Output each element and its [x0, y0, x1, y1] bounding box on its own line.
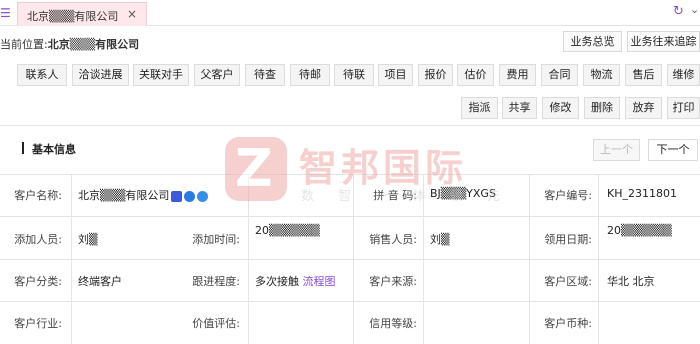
business-overview-button[interactable]: 业务总览 — [563, 31, 622, 52]
customer-name-label: 客户名称: — [14, 189, 62, 202]
tab-bar: ☰ 北京▒▒▒有限公司 × ↻ ⌄ — [0, 0, 700, 26]
salesperson-label: 销售人员: — [369, 233, 417, 246]
created-time-value: 20▒▒▒▒▒▒ — [255, 224, 320, 237]
customer-source-label: 客户来源: — [369, 275, 417, 288]
customer-name-value: 北京▒▒▒有限公司 — [78, 187, 209, 203]
customer-region-label: 客户区域: — [544, 275, 592, 288]
project-button[interactable]: 项目 — [378, 64, 413, 86]
currency-label: 客户币种: — [544, 317, 592, 330]
image-icon[interactable] — [171, 190, 183, 202]
row-divider — [0, 259, 700, 260]
expense-button[interactable]: 费用 — [499, 64, 536, 86]
breadcrumb: 当前位置:北京▒▒▒有限公司 — [0, 36, 139, 52]
section-marker — [22, 142, 24, 154]
parent-customer-button[interactable]: 父客户 — [194, 64, 240, 86]
info-table: 客户名称: 北京▒▒▒有限公司 拼 音 码: BJ▒▒▒YXGS 客户编号: K… — [0, 174, 700, 344]
customer-number-value: KH_2311801 — [607, 187, 677, 200]
credit-level-label: 信用等级: — [369, 317, 417, 330]
prev-button[interactable]: 上一个 — [593, 139, 640, 161]
customer-number-label: 客户编号: — [544, 189, 592, 202]
pinyin-value: BJ▒▒▒YXGS — [430, 187, 496, 200]
value-assessment-label: 价值评估: — [192, 317, 240, 330]
toolbar-divider — [0, 125, 700, 126]
creator-value: 刘▒ — [78, 233, 98, 246]
next-button[interactable]: 下一个 — [648, 139, 698, 161]
section-title: 基本信息 — [32, 143, 76, 156]
business-tracking-button[interactable]: 业务往来追踪 — [627, 31, 700, 52]
quote-button[interactable]: 报价 — [418, 64, 453, 86]
row-divider — [0, 216, 700, 217]
after-sales-button[interactable]: 售后 — [625, 64, 662, 86]
customer-category-value: 终端客户 — [78, 275, 122, 288]
creator-label: 添加人员: — [14, 233, 62, 246]
follow-up-label: 跟进程度: — [192, 275, 240, 288]
assign-button[interactable]: 指派 — [461, 97, 498, 119]
menu-icon[interactable]: ☰ — [0, 6, 11, 20]
close-icon[interactable]: × — [127, 7, 137, 21]
pending-check-button[interactable]: 待查 — [245, 64, 285, 86]
customer-category-label: 客户分类: — [14, 275, 62, 288]
col-divider — [598, 174, 599, 344]
created-time-label: 添加时间: — [192, 233, 240, 246]
customer-region-value: 华北 北京 — [607, 275, 655, 288]
industry-label: 客户行业: — [14, 317, 62, 330]
tab-company[interactable]: 北京▒▒▒有限公司 × — [17, 2, 147, 26]
globe-icon[interactable] — [197, 190, 209, 202]
claim-date-value: 20▒▒▒▒▒▒ — [607, 224, 672, 237]
col-divider — [71, 174, 72, 344]
row-divider — [0, 301, 700, 302]
estimate-button[interactable]: 估价 — [457, 64, 494, 86]
share-button[interactable]: 共享 — [502, 97, 537, 119]
follow-up-value: 多次接触 流程图 — [255, 273, 336, 289]
contract-button[interactable]: 合同 — [541, 64, 578, 86]
pending-mail-button[interactable]: 待邮 — [290, 64, 330, 86]
abandon-button[interactable]: 放弃 — [625, 97, 662, 119]
salesperson-value: 刘▒ — [430, 233, 450, 246]
edge-icon[interactable] — [184, 190, 196, 202]
col-divider — [353, 174, 354, 344]
pinyin-label: 拼 音 码: — [373, 189, 417, 202]
customer-name-text: 北京▒▒▒有限公司 — [78, 189, 170, 202]
logistics-button[interactable]: 物流 — [583, 64, 620, 86]
delete-button[interactable]: 删除 — [584, 97, 620, 119]
breadcrumb-prefix: 当前位置: — [0, 38, 48, 51]
edit-button[interactable]: 修改 — [542, 97, 579, 119]
repair-button[interactable]: 维修 — [667, 64, 700, 86]
col-divider — [423, 174, 424, 344]
refresh-icon[interactable]: ↻ — [673, 4, 684, 19]
competitor-button[interactable]: 关联对手 — [133, 64, 189, 86]
claim-date-label: 领用日期: — [544, 233, 592, 246]
row-divider — [0, 174, 700, 175]
flowchart-link[interactable]: 流程图 — [303, 275, 336, 288]
chevron-down-icon[interactable]: ⌄ — [690, 3, 699, 16]
tab-label: 北京▒▒▒有限公司 — [27, 10, 119, 23]
contacts-button[interactable]: 联系人 — [17, 64, 67, 86]
breadcrumb-current: 北京▒▒▒有限公司 — [47, 38, 140, 51]
negotiation-button[interactable]: 洽谈进展 — [72, 64, 129, 86]
follow-up-text: 多次接触 — [255, 275, 299, 288]
col-divider — [248, 174, 249, 344]
print-button[interactable]: 打印 — [667, 97, 700, 119]
pending-contact-button[interactable]: 待联 — [334, 64, 374, 86]
